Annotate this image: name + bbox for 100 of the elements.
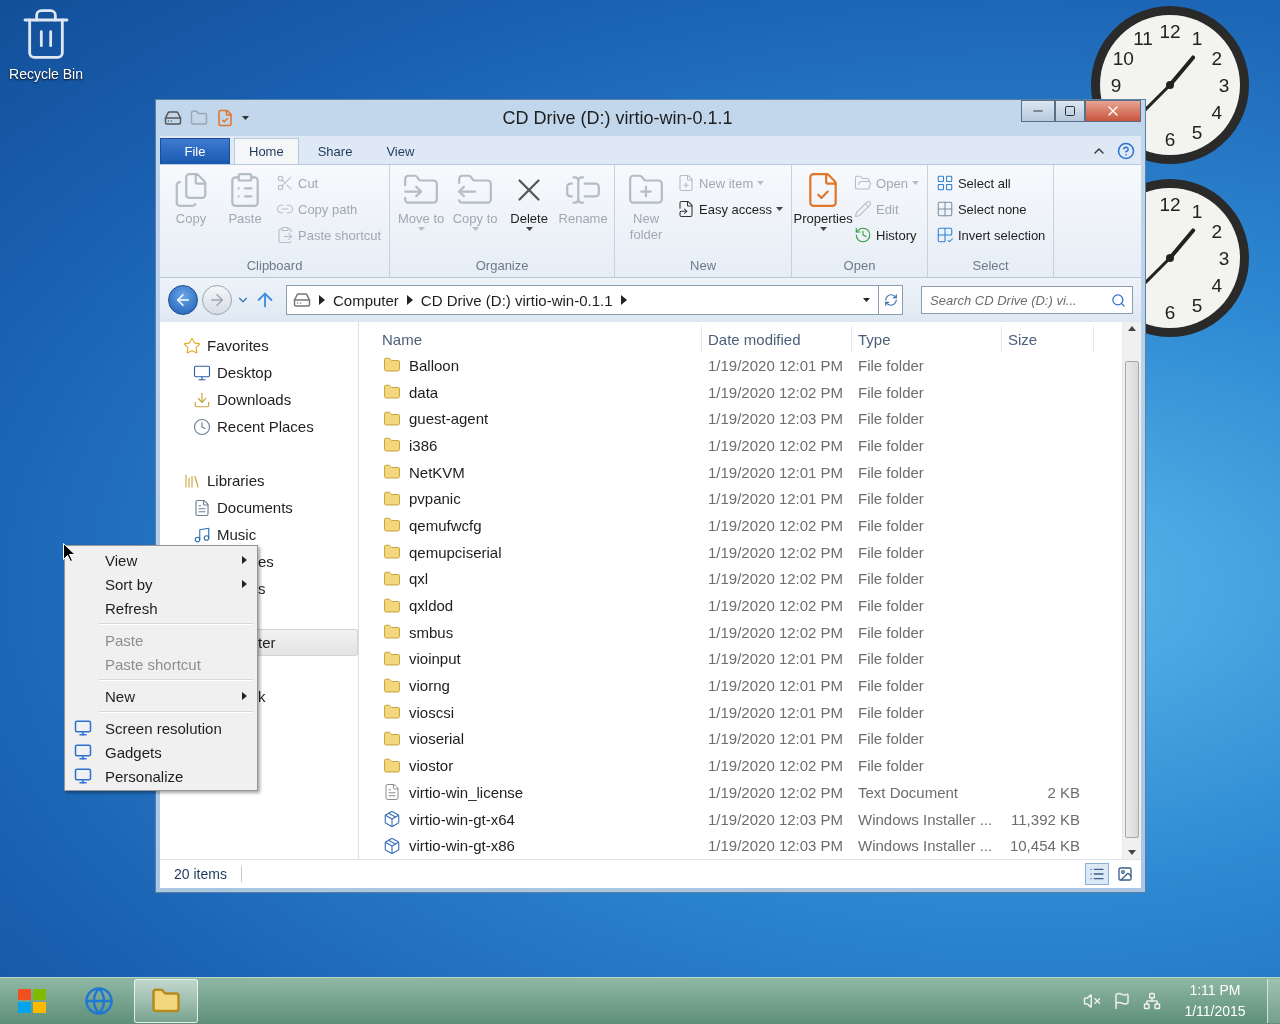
navigation-item[interactable]: Downloads [160, 386, 358, 413]
ribbon-tab[interactable]: View [371, 138, 430, 164]
navigation-item[interactable]: Documents [160, 494, 358, 521]
file-name-cell[interactable]: data [359, 383, 702, 402]
address-bar[interactable]: Computer CD Drive (D:) virtio-win-0.1.1 [286, 285, 903, 315]
menu-item[interactable]: New [67, 684, 255, 708]
navigation-item[interactable]: Desktop [160, 359, 358, 386]
clock-numeral: 9 [1110, 75, 1122, 96]
browser-icon [84, 986, 114, 1016]
folder-icon [383, 356, 401, 375]
monitor-icon [74, 767, 92, 785]
ribbon-button[interactable]: Select none [933, 197, 1048, 221]
ribbon-button[interactable]: Easy access [675, 197, 786, 221]
file-name-cell[interactable]: viorng [359, 676, 702, 695]
file-name-cell[interactable]: vioserial [359, 729, 702, 748]
date-cell-text: 1/19/2020 12:01 PM [707, 730, 845, 748]
clock-numeral: 4 [1211, 275, 1223, 296]
menu-item[interactable]: Refresh [67, 596, 255, 620]
folder-icon [383, 596, 401, 615]
help-icon[interactable] [1117, 142, 1135, 160]
ribbon-tab[interactable]: Home [234, 138, 299, 164]
scroll-down-icon[interactable] [1128, 850, 1136, 855]
scroll-up-icon[interactable] [1128, 326, 1136, 331]
type-cell-text: File folder [857, 543, 925, 561]
drive-icon [164, 109, 182, 127]
list-icon [1089, 866, 1105, 882]
type-cell-text: File folder [857, 677, 925, 695]
package-icon [383, 810, 401, 829]
folder-icon [383, 676, 401, 695]
type-cell-text: File folder [857, 757, 925, 775]
chevron-icon[interactable] [319, 295, 325, 305]
clock-numeral: 1 [1191, 201, 1203, 223]
file-name-cell[interactable]: i386 [359, 436, 702, 455]
ribbon-tab[interactable]: File [160, 138, 230, 164]
file-name-cell[interactable]: virtio-win-gt-x86 [359, 836, 702, 855]
file-name-cell[interactable]: vioscsi [359, 703, 702, 722]
taskbar-app-button[interactable] [134, 979, 198, 1023]
ribbon-button[interactable]: Invert selection [933, 223, 1048, 247]
details-view-button[interactable] [1085, 863, 1109, 885]
windows-logo-icon [17, 987, 47, 1015]
file-name-cell[interactable]: guest-agent [359, 409, 702, 428]
scrollbar[interactable] [1122, 322, 1141, 859]
menu-item[interactable]: Personalize [67, 764, 255, 788]
date-cell-text: 1/19/2020 12:02 PM [707, 757, 845, 775]
grid-icon [935, 174, 954, 192]
file-name-cell[interactable]: qemupciserial [359, 543, 702, 562]
navigation-item[interactable]: Music [160, 521, 358, 548]
date-cell-text: 1/19/2020 12:02 PM [707, 623, 845, 641]
breadcrumb[interactable]: CD Drive (D:) virtio-win-0.1.1 [420, 291, 613, 309]
file-name-cell[interactable]: NetKVM [359, 463, 702, 482]
scissors-icon [276, 174, 294, 192]
ribbon-button[interactable]: History [852, 223, 921, 247]
network-icon[interactable] [1143, 992, 1161, 1010]
type-cell-text: File folder [857, 410, 925, 428]
date-cell-text: 1/19/2020 12:01 PM [707, 356, 845, 374]
monitor-icon [193, 363, 211, 382]
file-name-cell[interactable]: pvpanic [359, 489, 702, 508]
desktop-icon-label: Recycle Bin [9, 66, 83, 82]
drive-icon [293, 291, 311, 309]
navigation-item[interactable]: Libraries [160, 467, 358, 494]
minimize-button[interactable] [1021, 100, 1055, 122]
item-count: 20 items [174, 866, 242, 882]
group-label: New [689, 258, 718, 275]
show-desktop-button[interactable] [1267, 979, 1280, 1023]
type-cell-text: File folder [857, 623, 925, 641]
date-cell-text: 1/19/2020 12:01 PM [707, 650, 845, 668]
file-name-cell[interactable]: qxl [359, 569, 702, 588]
caret-icon [863, 298, 870, 302]
ribbon-button[interactable]: Delete [504, 169, 555, 258]
file-name-cell[interactable]: virtio-win_license [359, 783, 702, 802]
menu-item[interactable]: Screen resolution [67, 716, 255, 740]
file-name-cell[interactable]: Balloon [359, 356, 702, 375]
file-name-cell[interactable]: qemufwcfg [359, 516, 702, 535]
file-name-cell[interactable]: virtio-win-gt-x64 [359, 810, 702, 829]
type-cell-text: Text Document [857, 783, 960, 801]
search-input[interactable]: Search CD Drive (D:) vi... [928, 291, 1107, 309]
flag-icon[interactable] [1113, 992, 1131, 1010]
search-field[interactable]: Search CD Drive (D:) vi... [921, 286, 1133, 314]
breadcrumb[interactable]: Computer [333, 291, 399, 309]
type-cell-text: File folder [857, 436, 925, 454]
folder-icon [383, 649, 401, 668]
muted-speaker-icon[interactable] [1083, 992, 1101, 1010]
file-name-cell[interactable]: viostor [359, 756, 702, 775]
file-name-cell[interactable]: smbus [359, 623, 702, 642]
clock-numeral: 2 [1211, 48, 1223, 69]
ribbon-tab[interactable]: Share [302, 138, 368, 164]
mouse-cursor-icon [63, 543, 75, 562]
maximize-button[interactable] [1055, 100, 1085, 122]
download-icon [193, 390, 211, 409]
ribbon-button[interactable]: Select all [933, 171, 1048, 195]
file-name-cell[interactable]: qxldod [359, 596, 702, 615]
chevron-icon[interactable] [620, 295, 627, 305]
navigation-item[interactable]: Favorites [160, 332, 358, 359]
file-name-cell[interactable]: vioinput [359, 649, 702, 668]
menu-item[interactable]: Sort by [67, 572, 255, 596]
navigation-item[interactable]: Recent Places [160, 413, 358, 440]
menu-item[interactable]: Gadgets [67, 740, 255, 764]
chevron-icon[interactable] [406, 295, 413, 305]
file-check-icon[interactable] [216, 109, 234, 127]
back-button[interactable] [168, 285, 198, 315]
